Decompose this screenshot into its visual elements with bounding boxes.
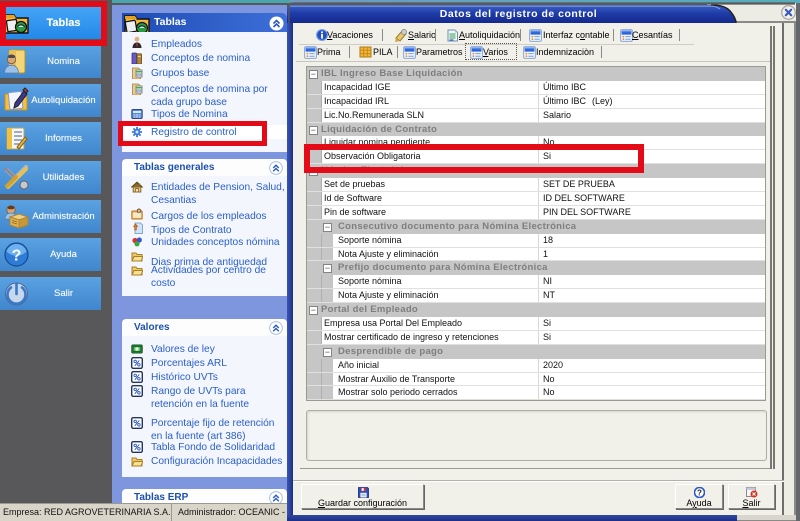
svg-text:?: ? [697, 489, 702, 498]
svg-text:?: ? [12, 248, 22, 265]
